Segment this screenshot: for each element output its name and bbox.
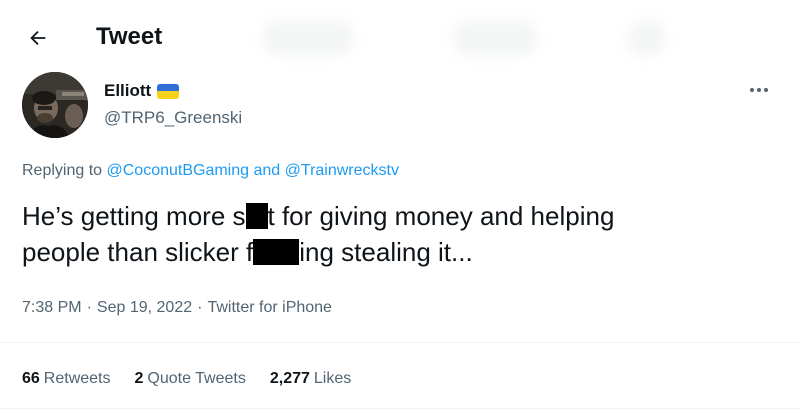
- quote-tweets-stat[interactable]: 2 Quote Tweets: [135, 368, 246, 390]
- tweet-text-line: people than slicker f ing stealing it...: [22, 237, 473, 267]
- reply-and-text: and: [253, 162, 281, 179]
- tweet-text: He’s getting more st for giving money an…: [22, 198, 782, 270]
- blurred-background-element: [452, 20, 538, 56]
- replying-to: Replying to @CoconutBGaming and @Trainwr…: [22, 160, 399, 182]
- tweet-stats: 66 Retweets 2 Quote Tweets 2,277 Likes: [22, 368, 351, 390]
- avatar[interactable]: [22, 72, 88, 138]
- divider: [0, 342, 800, 343]
- more-options-icon: [750, 88, 754, 92]
- avatar-image: [22, 72, 88, 138]
- tweet-metadata: 7:38 PM · Sep 19, 2022 · Twitter for iPhone: [22, 299, 332, 316]
- author-name-row[interactable]: Elliott: [104, 80, 180, 102]
- redaction-box: [245, 203, 268, 229]
- tweet-date[interactable]: Sep 19, 2022: [97, 299, 192, 316]
- more-options-button[interactable]: [746, 80, 772, 100]
- blurred-background-element: [626, 20, 666, 56]
- replying-prefix: Replying to: [22, 162, 103, 179]
- back-button[interactable]: [22, 22, 54, 54]
- tweet-source[interactable]: Twitter for iPhone: [207, 299, 332, 316]
- tweet-header: Tweet: [0, 0, 800, 72]
- back-arrow-icon: [30, 30, 46, 46]
- blurred-background-element: [262, 20, 354, 56]
- retweets-stat[interactable]: 66 Retweets: [22, 368, 111, 390]
- likes-stat[interactable]: 2,277 Likes: [270, 368, 351, 390]
- page-title: Tweet: [96, 23, 163, 50]
- ukraine-flag-icon: [157, 83, 180, 99]
- redaction-box: [253, 239, 300, 265]
- reply-mention-link[interactable]: @Trainwreckstv: [285, 162, 399, 179]
- author-handle[interactable]: @TRP6_Greenski: [104, 107, 242, 129]
- divider: [0, 408, 800, 409]
- tweet-text-line: He’s getting more st for giving money an…: [22, 201, 615, 231]
- reply-mention-link[interactable]: @CoconutBGaming: [107, 162, 250, 179]
- display-name[interactable]: Elliott: [104, 80, 151, 102]
- tweet-time[interactable]: 7:38 PM: [22, 299, 82, 316]
